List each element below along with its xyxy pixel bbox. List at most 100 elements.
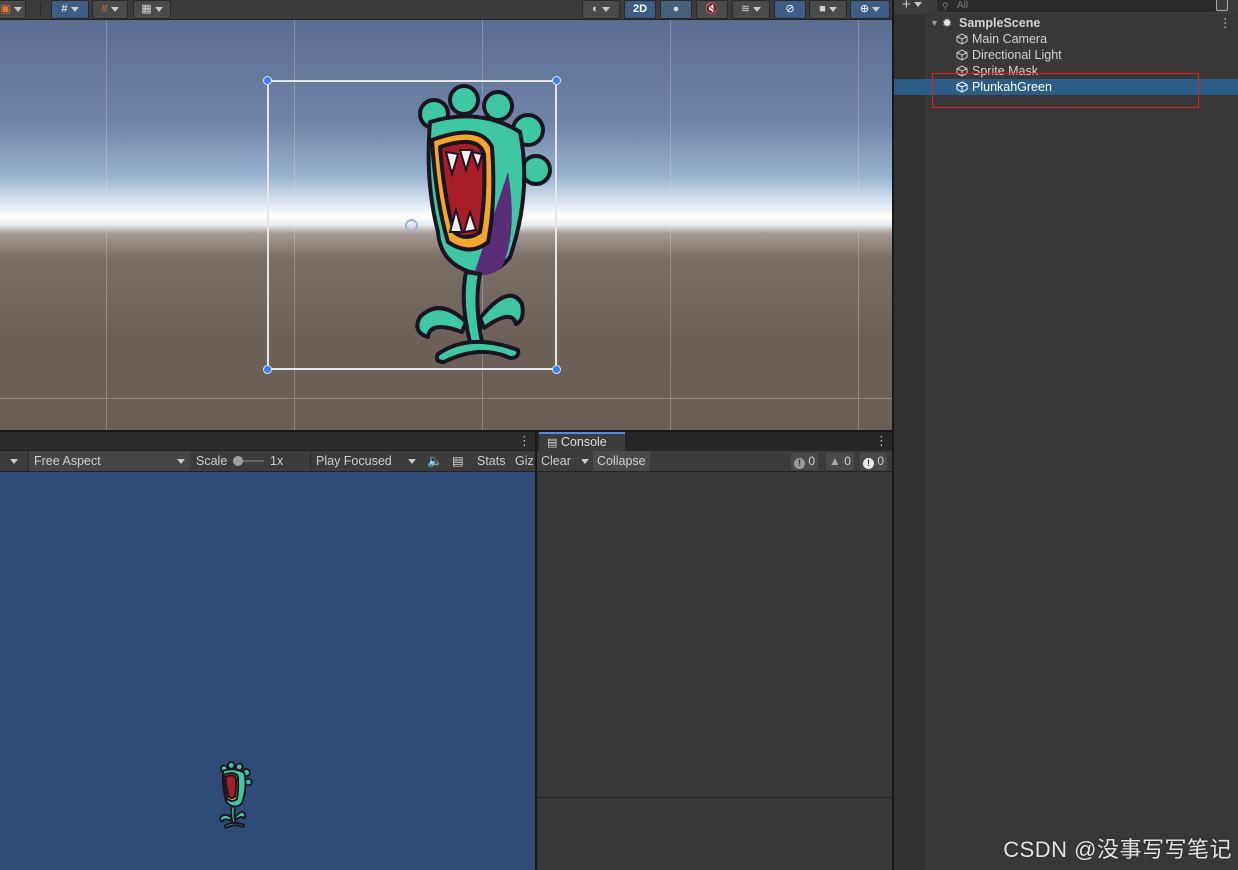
hierarchy-item-label: Main Camera — [972, 32, 1048, 46]
gizmos-button[interactable]: Giz — [515, 451, 535, 471]
hidden-objects-toggle[interactable]: ⊘ — [774, 0, 806, 19]
camera-icon: ■ — [819, 3, 826, 15]
draw-mode-dropdown[interactable]: ▣ — [0, 0, 26, 19]
hierarchy-item-directional-light[interactable]: Directional Light — [894, 47, 1238, 63]
more-menu-icon[interactable]: ⋮ — [1219, 15, 1232, 31]
scale-slider[interactable] — [233, 456, 264, 466]
gameobject-cube-icon — [956, 49, 968, 61]
sphere-icon: ◐ — [592, 3, 599, 15]
gizmo-handle[interactable] — [263, 365, 272, 374]
effects-dropdown[interactable]: ≋ — [732, 0, 770, 19]
unity-scene-icon: ✹ — [942, 16, 953, 30]
chevron-down-icon — [601, 6, 610, 12]
console-panel: ▤ Console ⋮ Clear Collapse ! 0 ▲ 0 ! 0 — [537, 432, 892, 870]
game-canvas[interactable] — [0, 472, 535, 870]
warning-count: 0 — [844, 454, 851, 468]
snap-icon: # — [101, 3, 108, 15]
vsync-toggle[interactable]: ▤ — [452, 451, 464, 471]
scene-view[interactable]: ▣ # # ▦ ◐ 2D ● 🔇 ≋ ⊘ ■ ⊕ — [0, 0, 892, 430]
scene-name: SampleScene — [959, 16, 1041, 30]
scene-grid-line — [106, 20, 107, 430]
search-placeholder: All — [957, 0, 969, 11]
annotation-highlight-box — [932, 73, 1199, 108]
gizmo-handle[interactable] — [552, 76, 561, 85]
display-dropdown-caret[interactable] — [10, 459, 18, 464]
play-mode-label: Play Focused — [316, 454, 392, 468]
lock-icon[interactable] — [1216, 0, 1228, 11]
audio-toggle[interactable]: 🔈 — [427, 451, 443, 471]
gizmos-dropdown[interactable]: ⊕ — [850, 0, 890, 19]
layers-icon: ≋ — [740, 3, 751, 15]
game-tab-bar: ⋮ — [0, 432, 535, 451]
eye-slash-icon: ⊘ — [785, 3, 795, 15]
console-toolbar: Clear Collapse ! 0 ▲ 0 ! 0 — [537, 451, 892, 472]
grid-snapping-toggle[interactable]: # — [51, 0, 89, 19]
clear-options-dropdown[interactable] — [581, 459, 589, 464]
console-detail-divider[interactable] — [537, 797, 892, 798]
hierarchy-panel: + ⚲ All ▼ ✹ SampleScene ⋮ Main Camera Di… — [894, 0, 1238, 870]
pivot-handle[interactable] — [405, 219, 418, 232]
globe-icon: ⊕ — [859, 3, 870, 15]
lightbulb-icon: ● — [672, 3, 680, 15]
watermark: CSDN @没事写写笔记 — [1003, 837, 1232, 862]
grid-visibility-dropdown[interactable]: ▦ — [133, 0, 171, 19]
chevron-down-icon — [177, 459, 185, 464]
scale-label: Scale — [196, 454, 228, 468]
tab-console[interactable]: ▤ Console — [539, 432, 625, 452]
console-tab-bar: ▤ Console ⋮ — [537, 432, 892, 452]
hierarchy-gutter — [894, 14, 925, 870]
hierarchy-item-main-camera[interactable]: Main Camera — [894, 31, 1238, 47]
scale-value: 1x — [270, 454, 284, 468]
create-button[interactable]: + — [902, 0, 922, 13]
play-mode-dropdown[interactable]: Play Focused — [310, 451, 420, 471]
shading-mode-dropdown[interactable]: ◐ — [582, 0, 620, 19]
cube-icon: ▣ — [0, 3, 11, 15]
gameobject-cube-icon — [956, 33, 968, 45]
scene-toolbar: ▣ # # ▦ ◐ 2D ● 🔇 ≋ ⊘ ■ ⊕ — [0, 0, 892, 20]
toolbar-separator — [40, 2, 41, 17]
clear-button[interactable]: Clear — [541, 451, 571, 471]
error-icon: ! — [863, 458, 874, 469]
gizmo-handle[interactable] — [552, 365, 561, 374]
expand-arrow-icon[interactable]: ▼ — [930, 15, 939, 31]
chevron-down-icon — [872, 6, 881, 12]
chevron-down-icon — [13, 6, 22, 12]
aspect-label: Free Aspect — [34, 454, 101, 468]
stats-button[interactable]: Stats — [477, 451, 506, 471]
audio-mute-icon: 🔇 — [705, 3, 719, 15]
audio-toggle[interactable]: 🔇 — [696, 0, 728, 19]
collapse-button[interactable]: Collapse — [593, 451, 650, 471]
snap-increment-dropdown[interactable]: # — [92, 0, 128, 19]
more-menu-icon[interactable]: ⋮ — [875, 433, 888, 449]
scene-grid-line — [670, 20, 671, 430]
chevron-down-icon — [753, 6, 762, 12]
console-tab-label: Console — [560, 435, 607, 449]
chevron-down-icon — [408, 459, 416, 464]
keyboard-icon: ▤ — [452, 454, 464, 468]
error-count-toggle[interactable]: ! 0 — [860, 453, 888, 470]
game-toolbar: Free Aspect Scale 1x Play Focused 🔈 ▤ St… — [0, 451, 535, 472]
camera-dropdown[interactable]: ■ — [809, 0, 847, 19]
more-menu-icon[interactable]: ⋮ — [518, 433, 531, 449]
plant-sprite-small — [219, 761, 253, 829]
hierarchy-item-label: Directional Light — [972, 48, 1062, 62]
grid-icon: # — [61, 3, 68, 15]
scale-slider-thumb[interactable] — [233, 456, 243, 466]
search-icon: ⚲ — [942, 1, 949, 11]
warning-count-toggle[interactable]: ▲ 0 — [826, 453, 854, 470]
ruler-icon: ▦ — [141, 3, 152, 15]
speaker-icon: 🔈 — [427, 454, 443, 468]
aspect-dropdown[interactable]: Free Aspect — [28, 451, 190, 471]
hierarchy-scene-row[interactable]: ▼ ✹ SampleScene ⋮ — [894, 15, 1238, 31]
lighting-toggle[interactable]: ● — [660, 0, 692, 19]
log-count-toggle[interactable]: ! 0 — [791, 453, 819, 470]
hierarchy-search-input[interactable]: ⚲ All — [937, 0, 1217, 12]
chevron-down-icon — [828, 6, 837, 12]
error-count: 0 — [877, 454, 885, 468]
info-icon: ! — [794, 458, 805, 469]
gizmo-handle[interactable] — [263, 76, 272, 85]
chevron-down-icon — [70, 6, 79, 12]
2d-mode-toggle[interactable]: 2D — [624, 0, 656, 19]
chevron-down-icon — [154, 6, 163, 12]
log-count: 0 — [808, 454, 816, 468]
